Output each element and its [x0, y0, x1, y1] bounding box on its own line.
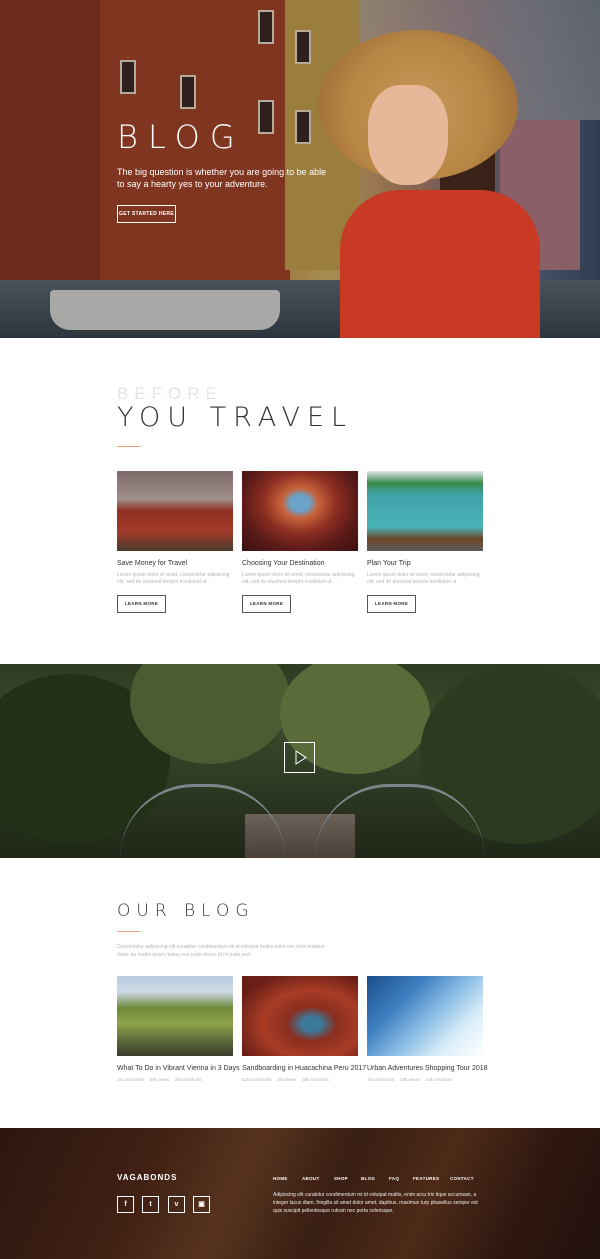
post-views: 5M views — [277, 1077, 297, 1082]
post-meta: 25 comments 8M views 25k reactions — [117, 1077, 233, 1082]
instagram-icon[interactable]: ▣ — [193, 1196, 210, 1213]
post-comments: 525 comments — [242, 1077, 272, 1082]
learn-more-button[interactable]: LEARN MORE — [117, 595, 166, 613]
learn-more-button[interactable]: LEARN MORE — [367, 595, 416, 613]
card-title[interactable]: Choosing Your Destination — [242, 560, 358, 567]
card-text: Lorem ipsum dolor sit amet, consectetur … — [117, 572, 230, 585]
post-title[interactable]: Sandboarding in Huacachina Peru 2017 — [242, 1065, 366, 1072]
travel-card: Save Money for Travel Lorem ipsum dolor … — [117, 471, 233, 613]
footer-nav-contact[interactable]: CONTACT — [450, 1176, 474, 1181]
ice-cave-image[interactable] — [367, 976, 483, 1056]
post-meta: 525 comments 5M views 35k reactions — [242, 1077, 358, 1082]
section-title: YOU TRAVEL — [117, 402, 354, 433]
hero-subtitle: The big question is whether you are goin… — [117, 167, 327, 189]
hero-woman-face — [368, 85, 448, 185]
facebook-icon[interactable]: f — [117, 1196, 134, 1213]
learn-more-button[interactable]: LEARN MORE — [242, 595, 291, 613]
blog-post: Urban Adventures Shopping Tour 2018 15 c… — [367, 976, 488, 1082]
footer-nav-faq[interactable]: FAQ — [389, 1176, 399, 1181]
blog-accent-line — [117, 931, 140, 932]
footer-text: Adipiscing elit curabitur condimentum mi… — [273, 1192, 478, 1214]
footer-brand-logo[interactable]: VAGABONDS — [117, 1173, 177, 1182]
card-title[interactable]: Plan Your Trip — [367, 560, 483, 567]
post-reactions: 35k reactions — [302, 1077, 330, 1082]
hero-woman-sweater — [340, 190, 540, 338]
post-meta: 15 comments 33k views 14k reactions — [367, 1077, 483, 1082]
travel-card: Plan Your Trip Lorem ipsum dolor sit ame… — [367, 471, 483, 613]
card-title[interactable]: Save Money for Travel — [117, 560, 233, 567]
blog-post: Sandboarding in Huacachina Peru 2017 525… — [242, 976, 366, 1082]
footer-nav-blog[interactable]: BLOG — [361, 1176, 375, 1181]
post-comments: 25 comments — [117, 1077, 145, 1082]
vimeo-icon[interactable]: v — [168, 1196, 185, 1213]
blue-house-image — [367, 471, 483, 551]
post-views: 33k views — [400, 1077, 420, 1082]
post-reactions: 25k reactions — [174, 1077, 202, 1082]
post-title[interactable]: What To Do in Vibrant Vienna in 3 Days — [117, 1065, 240, 1072]
card-text: Lorem ipsum dolor sit amet, consectetur … — [242, 572, 355, 585]
red-cabins-mountain-image — [117, 471, 233, 551]
post-title[interactable]: Urban Adventures Shopping Tour 2018 — [367, 1065, 488, 1072]
footer-nav-home[interactable]: HOME — [273, 1176, 288, 1181]
travel-card: Choosing Your Destination Lorem ipsum do… — [242, 471, 358, 613]
canyon-rock-image — [242, 471, 358, 551]
section-pre-title: BEFORE — [117, 384, 223, 403]
footer-nav-shop[interactable]: SHOP — [334, 1176, 348, 1181]
green-valley-image[interactable] — [117, 976, 233, 1056]
twitter-icon[interactable]: t — [142, 1196, 159, 1213]
play-button[interactable] — [284, 742, 315, 773]
play-icon — [295, 750, 307, 765]
footer-nav-about[interactable]: ABOUT — [302, 1176, 320, 1181]
post-views: 8M views — [150, 1077, 169, 1082]
post-comments: 15 comments — [367, 1077, 395, 1082]
get-started-button[interactable]: GET STARTED HERE — [117, 205, 176, 223]
footer-nav-features[interactable]: FEATURES — [413, 1176, 439, 1181]
red-canyon-river-image[interactable] — [242, 976, 358, 1056]
hero-title: BLOG — [117, 118, 245, 156]
section-accent-line — [117, 446, 140, 447]
blog-description: Consectetur adipiscing elit curabitur co… — [117, 944, 325, 958]
post-reactions: 14k reactions — [425, 1077, 453, 1082]
blog-section-title: OUR BLOG — [117, 901, 255, 921]
blog-post: What To Do in Vibrant Vienna in 3 Days 2… — [117, 976, 240, 1082]
card-text: Lorem ipsum dolor sit amet, consectetur … — [367, 572, 480, 585]
